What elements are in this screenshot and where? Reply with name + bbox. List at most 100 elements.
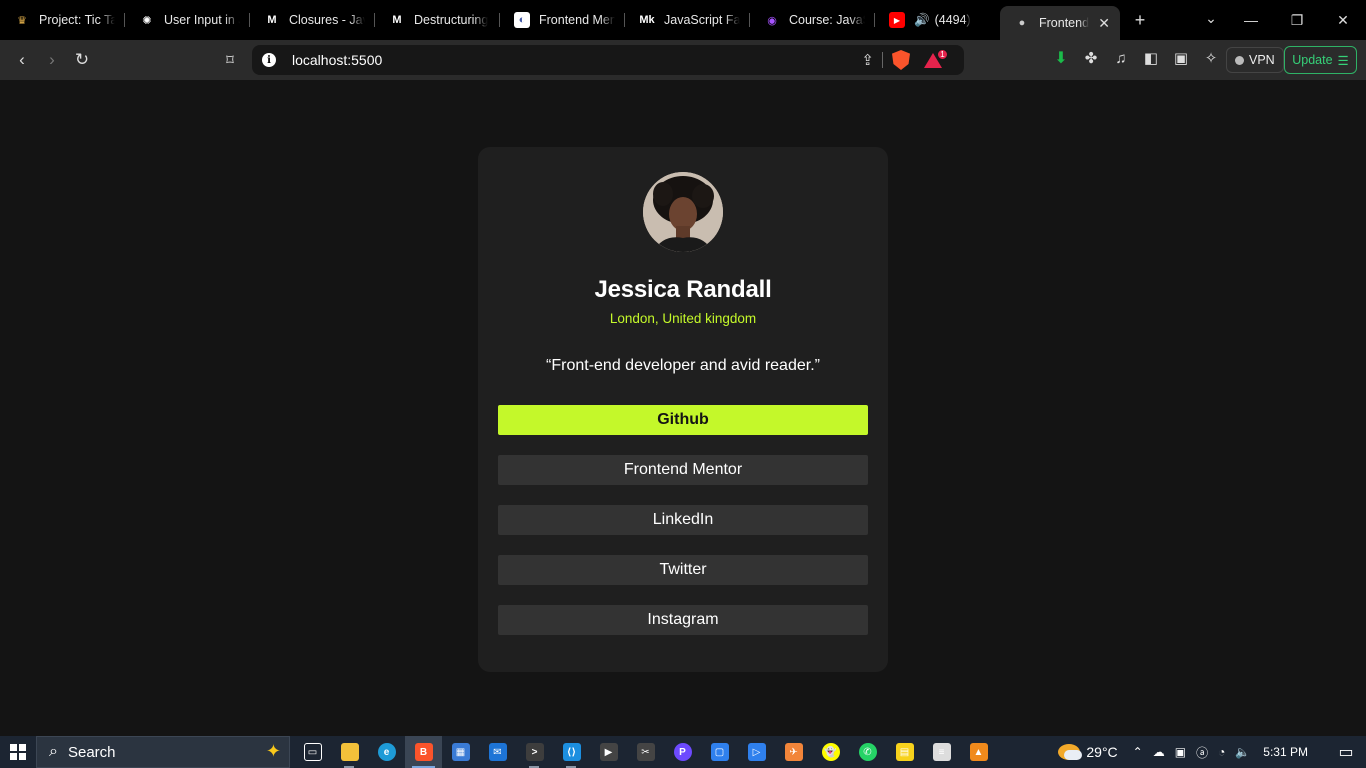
profile-card: Jessica Randall London, United kingdom “…: [478, 147, 888, 672]
reload-icon[interactable]: ↻: [67, 45, 97, 75]
display-icon[interactable]: ▣: [1170, 745, 1191, 759]
media-icon[interactable]: ♫: [1106, 50, 1136, 67]
profile-bio: “Front-end developer and avid reader.”: [546, 357, 820, 374]
vscode-taskbar-button[interactable]: ⟨⟩: [553, 736, 590, 768]
app-blue-taskbar-button[interactable]: ▢: [701, 736, 738, 768]
minimize-icon[interactable]: —: [1228, 12, 1274, 28]
browser-tab[interactable]: ▶ 🔊 (4494): [875, 4, 1000, 36]
browser-tab[interactable]: Mk JavaScript Fac: [625, 4, 750, 36]
notepad-taskbar-button[interactable]: ≡: [923, 736, 960, 768]
notifications-icon[interactable]: ▭: [1326, 742, 1366, 762]
weather-icon[interactable]: [1058, 744, 1083, 760]
link-github-button[interactable]: Github: [498, 405, 868, 435]
temperature[interactable]: 29°C: [1086, 744, 1117, 760]
task-view-taskbar-button[interactable]: ▭: [294, 736, 331, 768]
share-icon[interactable]: ⇪: [861, 51, 874, 69]
app-orange-icon: ✈: [784, 743, 803, 761]
link-twitter-button[interactable]: Twitter: [498, 555, 868, 585]
file-explorer-icon: [340, 743, 359, 761]
language-icon[interactable]: ⓐ: [1191, 744, 1213, 761]
search-label: Search: [67, 743, 116, 761]
update-label: Update: [1292, 53, 1333, 67]
brave-rewards-icon[interactable]: 1: [924, 49, 948, 69]
proton-taskbar-button[interactable]: P: [664, 736, 701, 768]
show-hidden-icons-icon[interactable]: ⌃: [1128, 745, 1148, 759]
clipchamp-taskbar-button[interactable]: ▶: [590, 736, 627, 768]
site-info-icon[interactable]: i: [262, 53, 276, 67]
file-explorer-taskbar-button[interactable]: [331, 736, 368, 768]
restore-icon[interactable]: ❐: [1274, 12, 1320, 29]
tab-title: Frontend Men: [539, 13, 615, 27]
tab-list: ♛ Project: Tic Tac ✺ User Input in J M Closur…: [0, 0, 1120, 40]
browser-tab[interactable]: ◐ Frontend Men: [500, 4, 625, 36]
openai-icon: ✺: [142, 14, 152, 27]
whatsapp-taskbar-button[interactable]: ✆: [849, 736, 886, 768]
mail-taskbar-button[interactable]: ✉: [479, 736, 516, 768]
back-icon[interactable]: ‹: [7, 45, 37, 75]
vscode-icon: ⟨⟩: [562, 743, 581, 761]
app-orange-taskbar-button[interactable]: ✈: [775, 736, 812, 768]
tab-search-chevron-icon[interactable]: ⌄: [1198, 10, 1224, 27]
window-controls: — ❐ ✕: [1228, 0, 1366, 40]
wifi-icon[interactable]: ◔: [1213, 745, 1230, 759]
brave-shields-icon[interactable]: [892, 50, 910, 70]
browser-tab[interactable]: M Destructuring: [375, 4, 500, 36]
snapchat-taskbar-button[interactable]: 👻: [812, 736, 849, 768]
tab-title: (4494): [934, 13, 971, 27]
edge-taskbar-button[interactable]: e: [368, 736, 405, 768]
profile-name: Jessica Randall: [594, 276, 772, 303]
snipping-tool-taskbar-button[interactable]: ✂: [627, 736, 664, 768]
avatar: [643, 172, 723, 252]
app-blue-icon: ▢: [710, 743, 729, 761]
browser-tab[interactable]: M Closures - Java: [250, 4, 375, 36]
terminal-taskbar-button[interactable]: >: [516, 736, 553, 768]
address-bar[interactable]: i localhost:5500 ⇪ 1: [252, 45, 964, 75]
microsoft-store-taskbar-button[interactable]: ▦: [442, 736, 479, 768]
taskbar-search[interactable]: ⌕ Search ✦: [36, 736, 290, 768]
app-remote-taskbar-button[interactable]: ▷: [738, 736, 775, 768]
whatsapp-icon: ✆: [858, 743, 877, 761]
onedrive-icon[interactable]: ☁: [1148, 745, 1170, 759]
notepad-icon: ≡: [932, 743, 951, 761]
volume-icon[interactable]: 🔈: [1230, 745, 1255, 759]
leo-ai-icon[interactable]: ✧: [1196, 49, 1226, 67]
sidebar-icon[interactable]: ◧: [1136, 49, 1166, 67]
frontend-mentor-icon: ◐: [514, 12, 530, 28]
youtube-icon: ▶: [889, 12, 905, 28]
close-tab-icon[interactable]: ✕: [1098, 15, 1110, 32]
url-text[interactable]: localhost:5500: [292, 52, 382, 68]
medium-mk-icon: Mk: [639, 14, 655, 26]
start-button[interactable]: [0, 736, 36, 768]
proton-icon: P: [673, 743, 692, 761]
forward-icon[interactable]: ›: [37, 45, 67, 75]
link-linkedin-button[interactable]: LinkedIn: [498, 505, 868, 535]
mail-icon: ✉: [488, 743, 507, 761]
link-frontend-mentor-button[interactable]: Frontend Mentor: [498, 455, 868, 485]
close-window-icon[interactable]: ✕: [1320, 12, 1366, 29]
browser-tab[interactable]: ♛ Project: Tic Tac: [0, 4, 125, 36]
bookmark-icon[interactable]: ⌑: [215, 45, 245, 75]
vlc-icon: ▲: [969, 743, 988, 761]
profile-location: London, United kingdom: [609, 311, 757, 326]
link-instagram-button[interactable]: Instagram: [498, 605, 868, 635]
vlc-taskbar-button[interactable]: ▲: [960, 736, 997, 768]
odin-project-icon: ♛: [17, 14, 27, 27]
sticky-notes-taskbar-button[interactable]: ▤: [886, 736, 923, 768]
new-tab-button[interactable]: +: [1120, 10, 1160, 31]
browser-tab[interactable]: ● Frontend ✕: [1000, 6, 1120, 40]
browser-tab[interactable]: ✺ User Input in J: [125, 4, 250, 36]
brave-taskbar-button[interactable]: B: [405, 736, 442, 768]
update-button[interactable]: Update ☰: [1284, 46, 1357, 74]
web-page: Jessica Randall London, United kingdom “…: [0, 80, 1366, 736]
extensions-icon[interactable]: ✤: [1076, 49, 1106, 67]
menu-icon: ☰: [1337, 53, 1349, 68]
download-icon[interactable]: ⬇: [1046, 48, 1076, 68]
wallet-icon[interactable]: ▣: [1166, 49, 1196, 67]
edge-icon: e: [377, 743, 396, 761]
browser-tab[interactable]: ◉ Course: JavaSc: [750, 4, 875, 36]
rewards-badge: 1: [937, 49, 948, 60]
tab-title: JavaScript Fac: [664, 13, 740, 27]
speaker-icon: 🔊: [914, 12, 930, 27]
clock[interactable]: 5:31 PM: [1255, 745, 1326, 759]
vpn-button[interactable]: VPN: [1226, 47, 1284, 73]
